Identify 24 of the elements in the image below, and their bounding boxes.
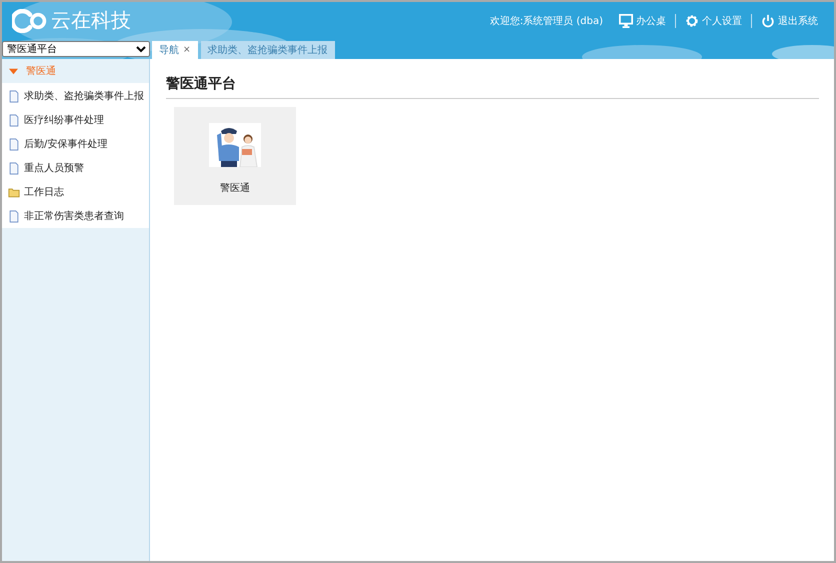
settings-icon (685, 14, 699, 28)
platform-select[interactable]: 警医通平台 (2, 41, 150, 57)
sidebar-item[interactable]: 工作日志 (2, 180, 149, 204)
welcome-text: 欢迎您:系统管理员 (dba) (490, 14, 603, 28)
document-icon (8, 162, 20, 174)
sidebar-item[interactable]: 后勤/安保事件处理 (2, 132, 149, 156)
logo-icon (12, 8, 48, 32)
document-icon (8, 210, 20, 222)
caret-down-icon (9, 66, 18, 76)
document-icon (8, 114, 20, 126)
logo-text: 云在科技 (51, 7, 131, 34)
sidebar-item[interactable]: 求助类、盗抢骗类事件上报 (2, 84, 149, 108)
page-title: 警医通平台 (166, 75, 819, 99)
close-icon[interactable]: × (183, 45, 191, 55)
document-icon (8, 138, 20, 150)
document-icon (8, 90, 20, 102)
sidebar-item[interactable]: 重点人员预警 (2, 156, 149, 180)
sidebar-item[interactable]: 医疗纠纷事件处理 (2, 108, 149, 132)
app-tile[interactable]: 警医通 (174, 107, 296, 205)
sidebar-item[interactable]: 非正常伤害类患者查询 (2, 204, 149, 228)
folder-icon (8, 186, 20, 198)
monitor-icon (619, 14, 633, 28)
power-icon (761, 14, 775, 28)
tab[interactable]: 导航 × (152, 41, 198, 59)
